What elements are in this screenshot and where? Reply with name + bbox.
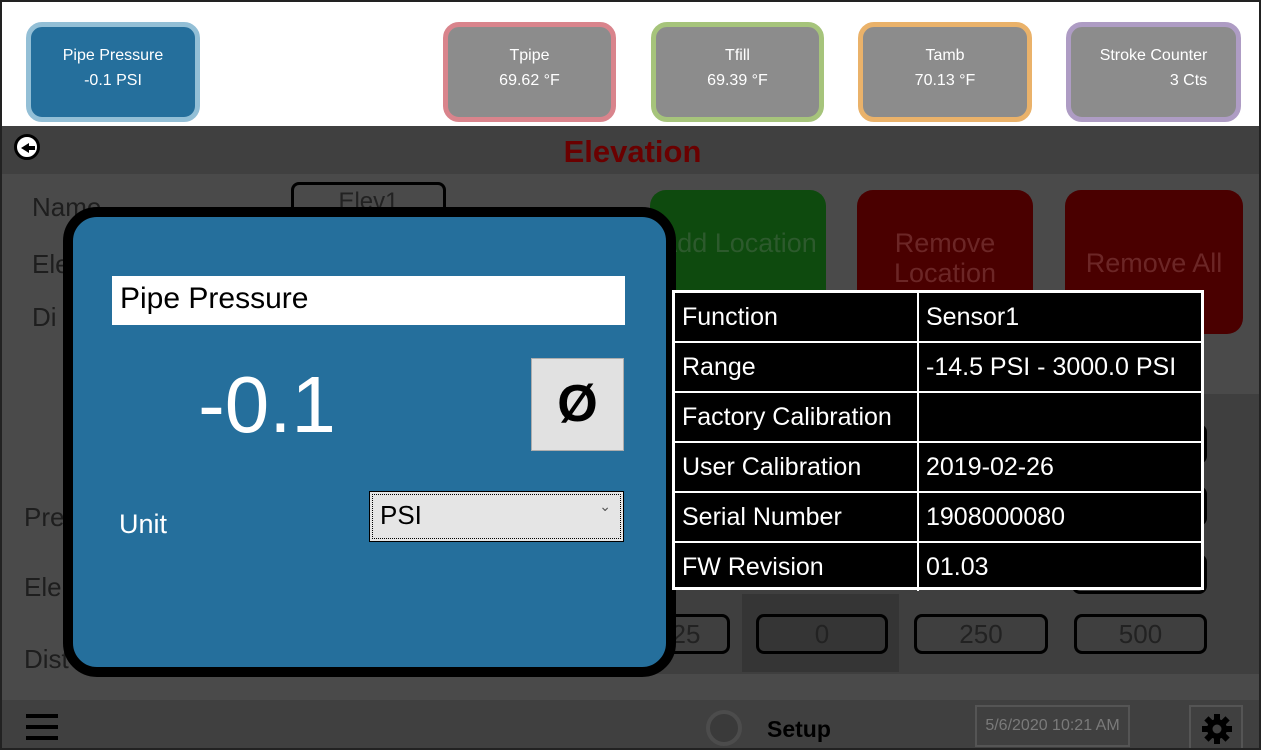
distance-cell[interactable]: 0: [756, 614, 888, 654]
title-bar: Elevation: [2, 126, 1259, 174]
tile-label: Pipe Pressure: [62, 47, 164, 64]
page-title: Elevation: [563, 134, 702, 169]
row-key: Range: [675, 343, 919, 391]
dialog-title: Pipe Pressure: [112, 276, 625, 325]
unit-select-value: PSI: [380, 500, 422, 530]
gear-icon: [1202, 714, 1232, 744]
elevation-row-label: Ele: [24, 572, 62, 602]
row-value: Sensor1: [926, 303, 1020, 331]
menu-icon[interactable]: [26, 714, 58, 740]
settings-button[interactable]: [1189, 705, 1243, 748]
tile-value: 69.62 °F: [499, 72, 560, 89]
distance-cell[interactable]: 500: [1074, 614, 1207, 654]
row-key: Factory Calibration: [675, 393, 919, 441]
table-row: FW Revision 01.03: [675, 543, 1201, 593]
sensor-dialog: Pipe Pressure -0.1 Ø Unit PSI ⌄: [63, 207, 676, 677]
tile-tfill[interactable]: Tfill 69.39 °F: [651, 22, 824, 122]
tile-tpipe[interactable]: Tpipe 69.62 °F: [443, 22, 616, 122]
zero-button[interactable]: Ø: [531, 358, 624, 451]
datetime-display: 5/6/2020 10:21 AM: [975, 705, 1130, 747]
distance-row-label: Dist: [24, 644, 69, 674]
row-key: Function: [675, 293, 919, 341]
tile-value: 70.13 °F: [914, 72, 976, 89]
chevron-down-icon: ⌄: [599, 498, 611, 514]
row-value: 1908000080: [926, 503, 1066, 531]
tile-stroke-counter[interactable]: Stroke Counter 3 Cts: [1066, 22, 1241, 122]
table-row: Factory Calibration: [675, 393, 1201, 443]
row-value: [919, 393, 1201, 441]
tile-value: 69.39 °F: [707, 72, 768, 89]
tile-pipe-pressure[interactable]: Pipe Pressure -0.1 PSI: [26, 22, 200, 122]
table-row: User Calibration 2019-02-26: [675, 443, 1201, 493]
sensor-info-table: Function Sensor1 Range -14.5 PSI - 3000.…: [672, 290, 1204, 593]
distance-label: Di: [32, 302, 57, 332]
row-key: Serial Number: [675, 493, 919, 541]
tile-label: Tamb: [925, 47, 965, 64]
sensor-value: -0.1: [198, 360, 336, 449]
setup-label[interactable]: Setup: [767, 716, 831, 743]
table-row: Serial Number 1908000080: [675, 493, 1201, 543]
tile-value: 3 Cts: [1169, 72, 1208, 89]
row-value: 2019-02-26: [926, 453, 1054, 481]
row-key: FW Revision: [675, 543, 919, 591]
table-row: Range -14.5 PSI - 3000.0 PSI: [675, 343, 1201, 393]
tile-tamb[interactable]: Tamb 70.13 °F: [858, 22, 1032, 122]
app-window: Pipe Pressure -0.1 PSI Tpipe 69.62 °F Tf…: [0, 0, 1261, 750]
tile-label: Tfill: [725, 47, 750, 64]
row-key: User Calibration: [675, 443, 919, 491]
tile-value: -0.1 PSI: [84, 72, 142, 89]
unit-select[interactable]: PSI ⌄: [369, 491, 624, 542]
table-row: Function Sensor1: [675, 293, 1201, 343]
row-value: -14.5 PSI - 3000.0 PSI: [926, 353, 1177, 381]
bottom-bar: Setup 5/6/2020 10:21 AM: [2, 700, 1259, 748]
pressure-row-label: Pre: [24, 502, 65, 532]
status-indicator: [706, 710, 742, 746]
tile-label: Stroke Counter: [1099, 47, 1208, 64]
distance-cell[interactable]: 250: [914, 614, 1048, 654]
row-value: 01.03: [926, 553, 989, 581]
tile-label: Tpipe: [509, 47, 550, 64]
unit-label: Unit: [119, 509, 168, 539]
